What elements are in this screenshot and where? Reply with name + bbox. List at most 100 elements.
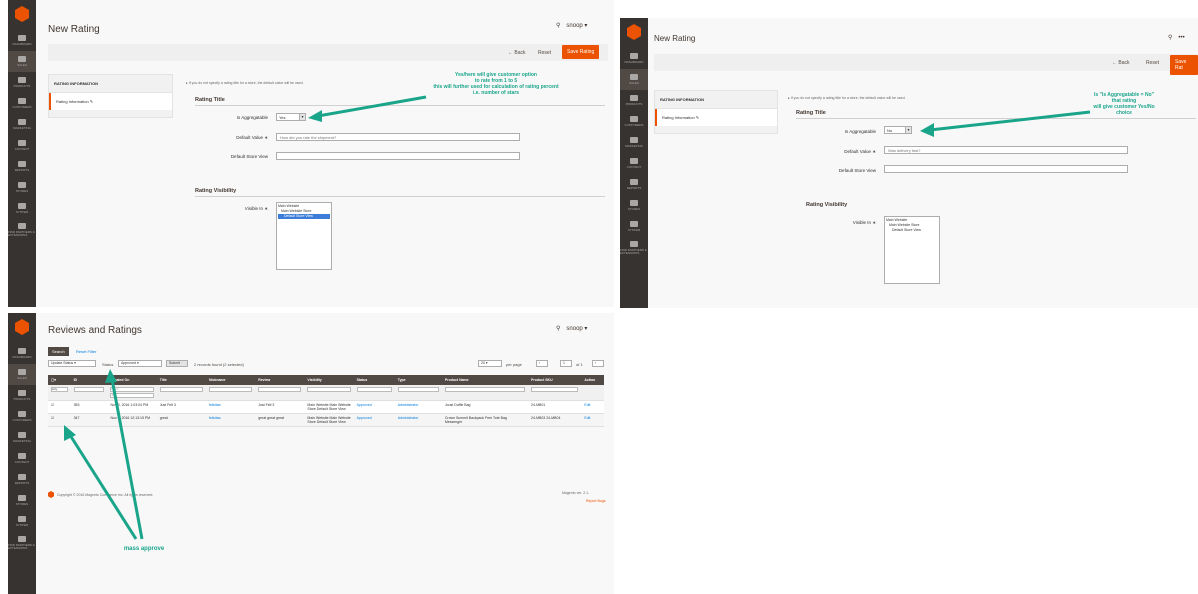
tab-rating-information[interactable]: Rating Information ✎ bbox=[655, 109, 777, 126]
default-store-view-input[interactable] bbox=[276, 152, 520, 160]
product-sku-filter[interactable] bbox=[531, 387, 579, 392]
is-aggregatable-select[interactable]: No ▾ bbox=[884, 126, 912, 134]
user-menu[interactable]: snoop ▾ bbox=[566, 325, 587, 332]
column-header[interactable]: Product SKU bbox=[528, 375, 582, 385]
magento-logo-icon[interactable] bbox=[627, 24, 641, 40]
reset-button[interactable]: Reset bbox=[1146, 60, 1159, 66]
nav-system[interactable]: SYSTEM bbox=[8, 511, 36, 532]
nav-system[interactable]: SYSTEM bbox=[620, 216, 648, 237]
type-filter[interactable] bbox=[397, 387, 439, 392]
nav-customers[interactable]: CUSTOMERS bbox=[8, 93, 36, 114]
cell-nickname[interactable]: felicitas bbox=[205, 413, 256, 427]
is-aggregatable-select[interactable]: Yes ▾ bbox=[276, 113, 306, 121]
default-value-input[interactable]: Was delivery fast? bbox=[884, 146, 1128, 154]
nav-products[interactable]: PRODUCTS bbox=[8, 72, 36, 93]
visibility-filter[interactable] bbox=[307, 387, 351, 392]
cell-nickname[interactable]: felicitas bbox=[205, 400, 256, 414]
nav-stores[interactable]: STORES bbox=[8, 177, 36, 198]
mass-action-select[interactable]: Update Status ▾ bbox=[48, 360, 96, 367]
nav-content[interactable]: CONTENT bbox=[620, 153, 648, 174]
magento-logo-icon[interactable] bbox=[15, 319, 29, 335]
nav-extensions[interactable]: FIND PARTNERS & EXTENSIONS bbox=[620, 237, 648, 258]
option-default-store-view[interactable]: Default Store View bbox=[278, 214, 330, 219]
default-store-view-input[interactable] bbox=[884, 165, 1128, 173]
visible-in-multiselect[interactable]: Main Website Main Website Store Default … bbox=[276, 202, 332, 270]
column-header[interactable]: Product Name bbox=[441, 375, 529, 385]
edit-link[interactable]: Edit bbox=[581, 400, 604, 414]
nav-dashboard[interactable]: DASHBOARD bbox=[8, 343, 36, 364]
nav-reports[interactable]: REPORTS bbox=[8, 156, 36, 177]
nav-dashboard[interactable]: DASHBOARD bbox=[8, 30, 36, 51]
per-page-select[interactable]: 20 ▾ bbox=[478, 360, 502, 367]
row-checkbox[interactable]: ☑ bbox=[48, 400, 71, 414]
option-default-store-view[interactable]: Default Store View bbox=[886, 228, 938, 233]
reset-filter-link[interactable]: Reset Filter bbox=[76, 349, 96, 354]
nav-marketing[interactable]: MARKETING bbox=[8, 427, 36, 448]
nav-content[interactable]: CONTENT bbox=[8, 135, 36, 156]
next-page-button[interactable]: › bbox=[592, 360, 604, 367]
magento-logo-icon[interactable] bbox=[15, 6, 29, 22]
search-button[interactable]: Search bbox=[48, 347, 69, 356]
report-bugs-link[interactable]: Report Bugs bbox=[586, 499, 605, 503]
nav-stores[interactable]: STORES bbox=[620, 195, 648, 216]
nickname-filter[interactable] bbox=[208, 387, 253, 392]
search-icon[interactable]: ⚲ bbox=[556, 325, 560, 332]
submit-button[interactable]: Submit bbox=[166, 360, 188, 367]
back-button[interactable]: ← Back bbox=[508, 50, 526, 56]
save-rating-button[interactable]: Save Rating bbox=[562, 45, 600, 59]
nav-customers[interactable]: CUSTOMERS bbox=[8, 406, 36, 427]
nav-customers[interactable]: CUSTOMERS bbox=[620, 111, 648, 132]
created-to-filter[interactable]: To bbox=[110, 393, 154, 398]
nav-dashboard[interactable]: DASHBOARD bbox=[620, 48, 648, 69]
nav-sales[interactable]: SALES bbox=[620, 69, 648, 90]
page-input[interactable]: 1 bbox=[560, 360, 572, 367]
nav-marketing[interactable]: MARKETING bbox=[620, 132, 648, 153]
id-filter[interactable] bbox=[73, 387, 105, 392]
column-header[interactable]: Title bbox=[156, 375, 206, 385]
mass-select-header[interactable]: ▢▾ bbox=[48, 375, 71, 385]
edit-link[interactable]: Edit bbox=[581, 413, 604, 427]
created-from-filter[interactable]: From bbox=[110, 387, 154, 392]
nav-sales[interactable]: SALES bbox=[8, 364, 36, 385]
table-row[interactable]: ☑ 353 Nov 3, 2016 1:03:04 PM Just Felt 3… bbox=[48, 400, 604, 414]
column-header[interactable]: Review bbox=[255, 375, 305, 385]
review-filter[interactable] bbox=[258, 387, 302, 392]
status-filter[interactable] bbox=[356, 387, 392, 392]
nav-reports[interactable]: REPORTS bbox=[620, 174, 648, 195]
title-filter[interactable] bbox=[159, 387, 203, 392]
nav-sales[interactable]: SALES bbox=[8, 51, 36, 72]
column-header[interactable]: Created On bbox=[107, 375, 157, 385]
nav-marketing[interactable]: MARKETING bbox=[8, 114, 36, 135]
column-header[interactable]: Type bbox=[394, 375, 442, 385]
prev-page-button[interactable]: ‹ bbox=[536, 360, 548, 367]
table-row[interactable]: ☑ 347 Nov 3, 2016 12:13:15 PM great feli… bbox=[48, 413, 604, 427]
layout-icon bbox=[18, 453, 26, 459]
nav-stores[interactable]: STORES bbox=[8, 490, 36, 511]
default-value-input[interactable]: How did you rate the shipment? bbox=[276, 133, 520, 141]
row-checkbox[interactable]: ☑ bbox=[48, 413, 71, 427]
column-header[interactable]: Action bbox=[581, 375, 604, 385]
nav-products[interactable]: PRODUCTS bbox=[8, 385, 36, 406]
save-rating-button[interactable]: Save Rat bbox=[1170, 55, 1198, 75]
status-select[interactable]: Approved ▾ bbox=[118, 360, 162, 367]
nav-content[interactable]: CONTENT bbox=[8, 448, 36, 469]
search-icon[interactable]: ⚲ bbox=[556, 22, 560, 29]
reset-button[interactable]: Reset bbox=[538, 50, 551, 56]
nav-extensions[interactable]: FIND PARTNERS & EXTENSIONS bbox=[8, 219, 36, 240]
visible-in-multiselect[interactable]: Main Website Main Website Store Default … bbox=[884, 216, 940, 284]
nav-system[interactable]: SYSTEM bbox=[8, 198, 36, 219]
column-header[interactable]: Nickname bbox=[205, 375, 256, 385]
user-menu[interactable]: ••• bbox=[1178, 35, 1184, 41]
nav-products[interactable]: PRODUCTS bbox=[620, 90, 648, 111]
column-header[interactable]: Status bbox=[353, 375, 395, 385]
search-icon[interactable]: ⚲ bbox=[1168, 34, 1172, 41]
column-header[interactable]: Visibility bbox=[304, 375, 354, 385]
nav-extensions[interactable]: FIND PARTNERS & EXTENSIONS bbox=[8, 532, 36, 553]
tab-rating-information[interactable]: Rating Information ✎ bbox=[49, 93, 172, 110]
back-button[interactable]: ← Back bbox=[1112, 60, 1130, 66]
column-header[interactable]: ID bbox=[70, 375, 108, 385]
nav-reports[interactable]: REPORTS bbox=[8, 469, 36, 490]
mass-select-filter[interactable]: Any bbox=[51, 387, 68, 392]
product-name-filter[interactable] bbox=[444, 387, 526, 392]
user-menu[interactable]: snoop ▾ bbox=[566, 22, 587, 29]
